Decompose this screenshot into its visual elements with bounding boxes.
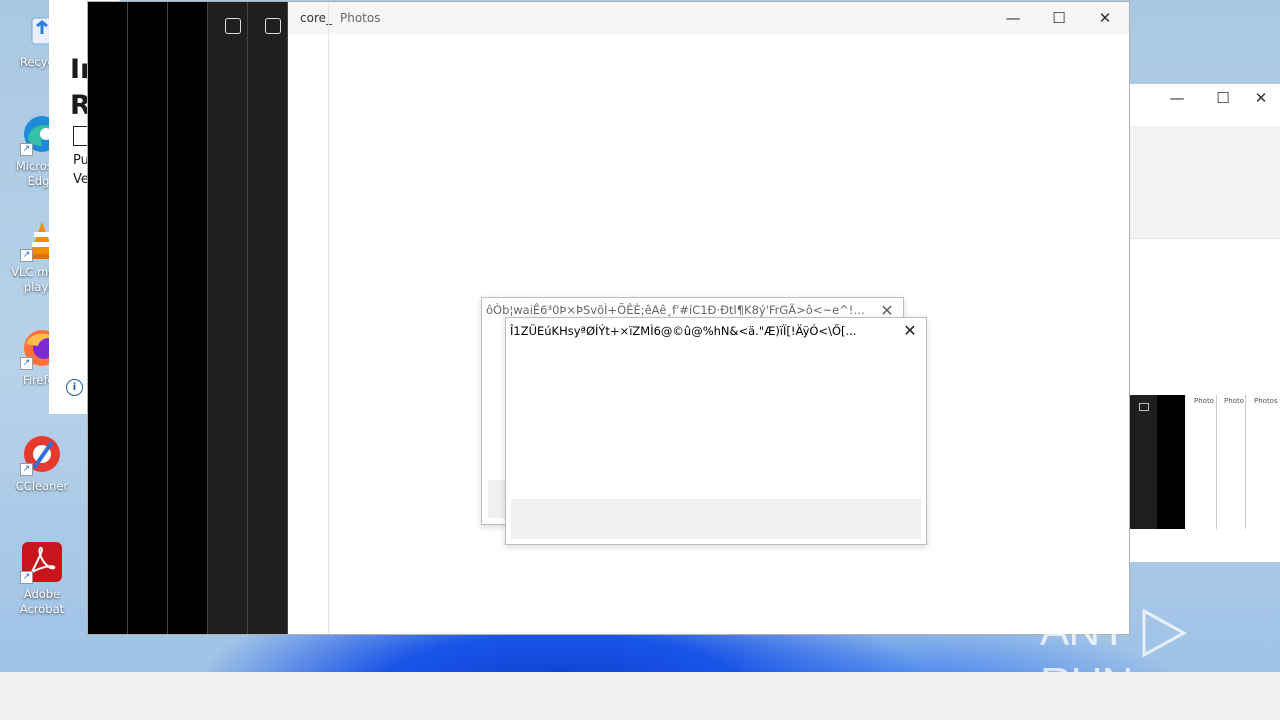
minimize-button[interactable]: — <box>1154 84 1200 112</box>
shortcut-arrow-icon: ↗ <box>20 357 33 370</box>
dialog-title: Î1ZÜEúKHsyªØÍÝt+×ïZMÌ6@©û@%hN&<ä."Æ)ïÏ[!… <box>510 324 857 338</box>
watermark: ANY RUN <box>1040 606 1280 672</box>
shortcut-arrow-icon: ↗ <box>20 463 33 476</box>
info-icon[interactable]: i <box>66 379 83 396</box>
image-icon <box>1139 403 1149 411</box>
dark-panel <box>248 2 288 634</box>
black-panel <box>168 2 208 634</box>
background-window-toolbar <box>1129 126 1280 238</box>
watermark-text: ANY <box>1040 606 1128 655</box>
black-panel <box>128 2 168 634</box>
thumbnail-photo[interactable]: Photo <box>1217 395 1246 529</box>
dark-panel <box>208 2 248 634</box>
shortcut-arrow-icon: ↗ <box>20 143 33 156</box>
thumbnail-photo[interactable]: Photo <box>1186 395 1217 529</box>
window-title: Photos <box>340 11 381 25</box>
shortcut-arrow-icon: ↗ <box>20 571 33 584</box>
close-button[interactable]: ✕ <box>1082 4 1128 32</box>
play-logo-icon <box>1142 608 1188 658</box>
desktop-icon-adobe-acrobat[interactable]: ↗ Adobe Acrobat <box>8 540 76 617</box>
maximize-button[interactable]: ☐ <box>1200 84 1246 112</box>
thumbnail-black <box>1157 395 1185 529</box>
divider <box>328 2 329 634</box>
close-button[interactable]: ✕ <box>1246 84 1276 112</box>
desktop-icon-ccleaner[interactable]: ↗ CCleaner <box>8 432 76 494</box>
title-bar: core_ Photos — ☐ ✕ <box>288 2 1129 34</box>
thumbnail-label: Photos <box>1254 397 1278 405</box>
desktop-icon-label: CCleaner <box>15 479 69 493</box>
dialog-title: ôÒb¦waiÊ6³0Þ×ÞSvõÌ+ÕÊÈ;êAê¸f'#íC1Ð·Ðtl¶K… <box>486 303 871 317</box>
thumbnail-label: Photo <box>1194 397 1214 405</box>
desktop: Recycle ↗ Microsoft Edge ↗ VLC media pla… <box>0 0 1280 672</box>
acrobat-icon: ↗ <box>20 540 64 584</box>
thumbnail-photo[interactable]: Photos <box>1246 395 1280 529</box>
close-icon[interactable]: ✕ <box>900 321 920 340</box>
thumbnail-strip: Photo Photo Photos <box>1129 395 1280 529</box>
taskbar <box>0 672 1280 720</box>
watermark-text: RUN <box>1040 659 1133 672</box>
black-panel <box>88 2 128 634</box>
maximize-button[interactable]: ☐ <box>1036 4 1082 32</box>
ccleaner-icon: ↗ <box>20 432 64 476</box>
thumbnail-dark <box>1129 395 1157 529</box>
minimize-button[interactable]: — <box>990 4 1036 32</box>
shortcut-arrow-icon: ↗ <box>20 249 33 262</box>
dialog-footer <box>511 499 921 539</box>
image-icon[interactable] <box>265 18 281 34</box>
error-dialog: Î1ZÜEúKHsyªØÍÝt+×ïZMÌ6@©û@%hN&<ä."Æ)ïÏ[!… <box>505 317 927 545</box>
background-window: — ☐ ✕ Photo Photo Photos <box>1128 84 1280 562</box>
desktop-icon-label: Adobe Acrobat <box>19 587 65 616</box>
divider <box>1129 238 1280 239</box>
image-icon[interactable] <box>225 18 241 34</box>
thumbnail-label: Photo <box>1224 397 1244 405</box>
